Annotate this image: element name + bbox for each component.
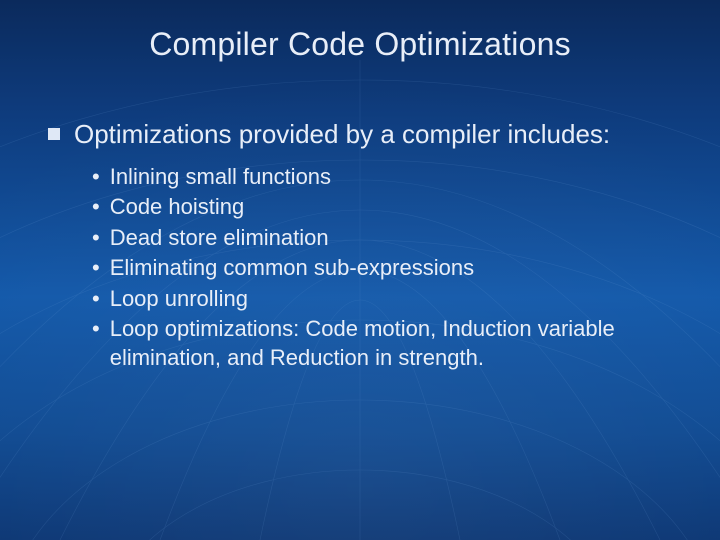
dot-bullet-icon: •: [92, 163, 100, 192]
list-item: • Loop unrolling: [92, 285, 672, 314]
dot-bullet-icon: •: [92, 315, 100, 344]
square-bullet-icon: [48, 128, 60, 140]
list-item: • Code hoisting: [92, 193, 672, 222]
list-item-text: Dead store elimination: [110, 224, 329, 253]
dot-bullet-icon: •: [92, 254, 100, 283]
dot-bullet-icon: •: [92, 193, 100, 222]
dot-bullet-icon: •: [92, 285, 100, 314]
slide-title: Compiler Code Optimizations: [0, 26, 720, 63]
dot-bullet-icon: •: [92, 224, 100, 253]
slide: Compiler Code Optimizations Optimization…: [0, 0, 720, 540]
list-item-text: Loop unrolling: [110, 285, 248, 314]
level2-list: • Inlining small functions • Code hoisti…: [92, 163, 672, 373]
list-item: • Eliminating common sub-expressions: [92, 254, 672, 283]
level1-item: Optimizations provided by a compiler inc…: [48, 118, 672, 151]
list-item: • Dead store elimination: [92, 224, 672, 253]
slide-body: Optimizations provided by a compiler inc…: [48, 118, 672, 375]
list-item: • Loop optimizations: Code motion, Induc…: [92, 315, 672, 372]
list-item-text: Eliminating common sub-expressions: [110, 254, 474, 283]
level1-text: Optimizations provided by a compiler inc…: [74, 118, 610, 151]
list-item-text: Loop optimizations: Code motion, Inducti…: [110, 315, 672, 372]
list-item-text: Code hoisting: [110, 193, 245, 222]
list-item-text: Inlining small functions: [110, 163, 331, 192]
list-item: • Inlining small functions: [92, 163, 672, 192]
